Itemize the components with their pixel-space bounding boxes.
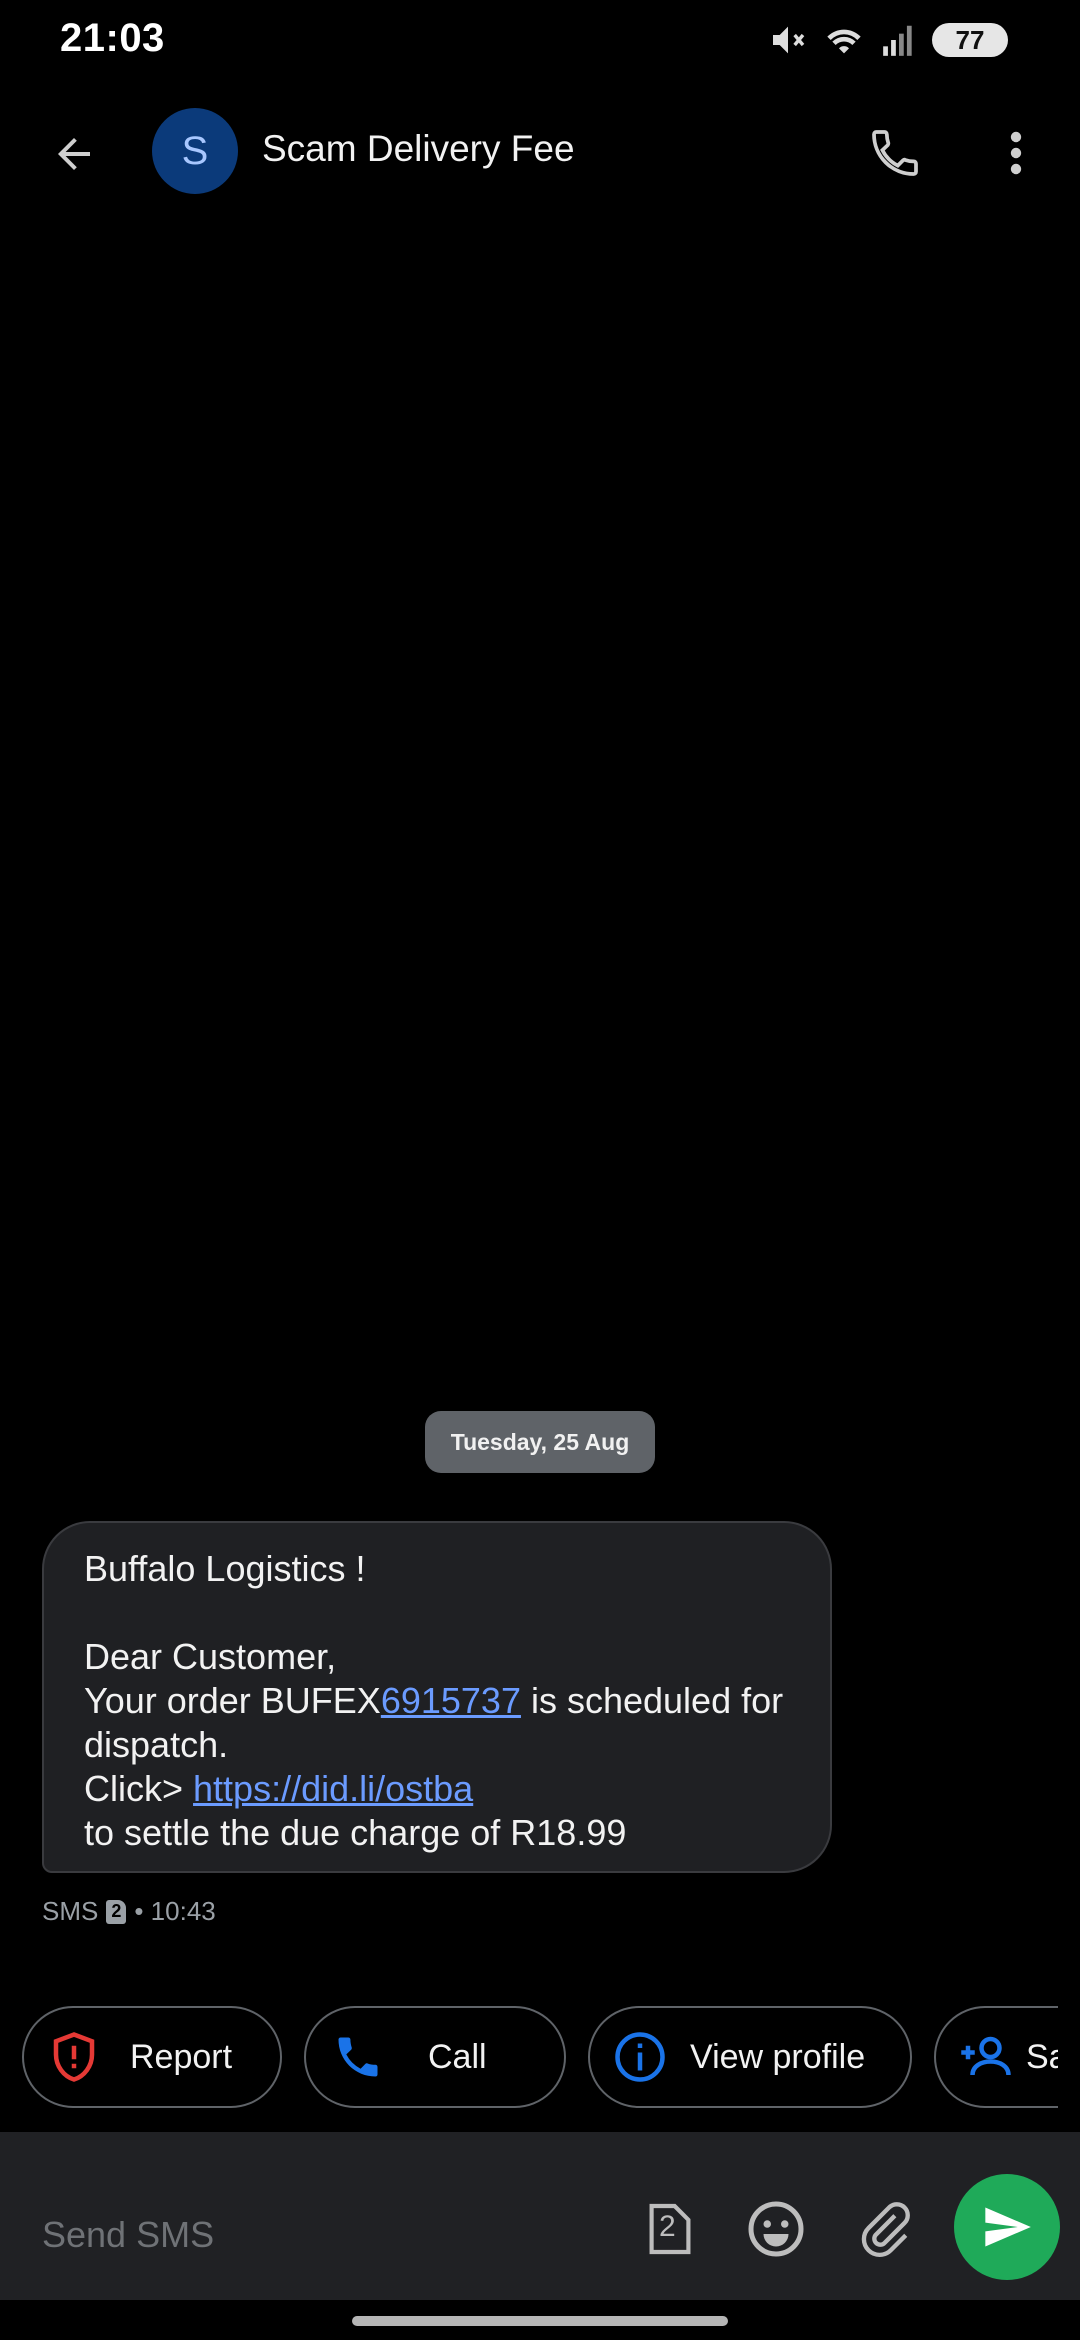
add-person-icon bbox=[956, 2027, 1016, 2087]
save-contact-chip[interactable]: Sa bbox=[934, 2006, 1058, 2108]
message-text: Click> bbox=[84, 1768, 194, 1809]
save-label: Sa bbox=[1026, 2037, 1058, 2076]
view-profile-label: View profile bbox=[690, 2037, 866, 2076]
send-button[interactable] bbox=[954, 2174, 1060, 2280]
message-time: • 10:43 bbox=[134, 1896, 216, 1926]
report-shield-icon bbox=[44, 2027, 104, 2087]
call-chip[interactable]: Call bbox=[304, 2006, 566, 2108]
phone-icon bbox=[872, 130, 918, 176]
message-line: Dear Customer, bbox=[84, 1636, 337, 1677]
message-line: Buffalo Logistics ! bbox=[84, 1548, 366, 1589]
message-bubble[interactable]: Buffalo Logistics ! Dear Customer, Your … bbox=[42, 1521, 832, 1873]
sim-icon: 2 bbox=[106, 1899, 127, 1924]
avatar[interactable]: S bbox=[152, 108, 238, 194]
message-line: Click> https://did.li/ostba bbox=[84, 1767, 790, 1811]
signal-icon bbox=[880, 21, 918, 59]
conversation-title[interactable]: Scam Delivery Fee bbox=[262, 128, 575, 170]
attach-button[interactable] bbox=[852, 2196, 916, 2262]
back-button[interactable] bbox=[42, 122, 106, 186]
sim-number: 2 bbox=[111, 1901, 122, 1921]
report-chip[interactable]: Report bbox=[22, 2006, 282, 2108]
message-text: Your order BUFEX bbox=[84, 1680, 381, 1721]
wifi-icon bbox=[822, 20, 866, 60]
battery-level: 77 bbox=[955, 24, 985, 55]
message-line: dispatch. bbox=[84, 1724, 229, 1765]
battery-icon: 77 bbox=[932, 23, 1008, 57]
message-type: SMS bbox=[42, 1896, 99, 1926]
message-text: is scheduled for bbox=[520, 1680, 784, 1721]
call-button[interactable] bbox=[860, 118, 930, 188]
mute-icon bbox=[768, 20, 808, 60]
send-icon bbox=[985, 2207, 1031, 2247]
emoji-icon bbox=[748, 2201, 804, 2257]
message-meta: SMS 2 • 10:43 bbox=[42, 1896, 216, 1927]
report-label: Report bbox=[130, 2037, 233, 2076]
phone-icon bbox=[328, 2027, 388, 2087]
view-profile-chip[interactable]: View profile bbox=[588, 2006, 912, 2108]
paperclip-icon bbox=[861, 2202, 910, 2258]
suggestion-chips: Report Call View profile Sa bbox=[0, 2006, 1058, 2112]
emoji-button[interactable] bbox=[744, 2196, 808, 2262]
info-icon bbox=[610, 2027, 670, 2087]
sim-select-button[interactable]: 2 bbox=[640, 2196, 700, 2262]
message-line: to settle the due charge of R18.99 bbox=[84, 1812, 627, 1853]
url-link[interactable]: https://did.li/ostba bbox=[193, 1768, 473, 1809]
home-indicator[interactable] bbox=[352, 2316, 728, 2326]
status-time: 21:03 bbox=[60, 16, 165, 60]
more-options-button[interactable] bbox=[996, 118, 1036, 188]
sim-number: 2 bbox=[659, 2210, 676, 2243]
call-label: Call bbox=[428, 2037, 487, 2076]
date-separator: Tuesday, 25 Aug bbox=[425, 1411, 655, 1473]
status-icons: 77 bbox=[768, 20, 1008, 60]
message-input[interactable]: Send SMS bbox=[42, 2214, 214, 2256]
message-line: Your order BUFEX6915737 is scheduled for bbox=[84, 1679, 790, 1723]
more-vert-icon bbox=[1010, 131, 1022, 175]
order-number-link[interactable]: 6915737 bbox=[381, 1680, 521, 1721]
back-arrow-icon bbox=[58, 138, 90, 170]
